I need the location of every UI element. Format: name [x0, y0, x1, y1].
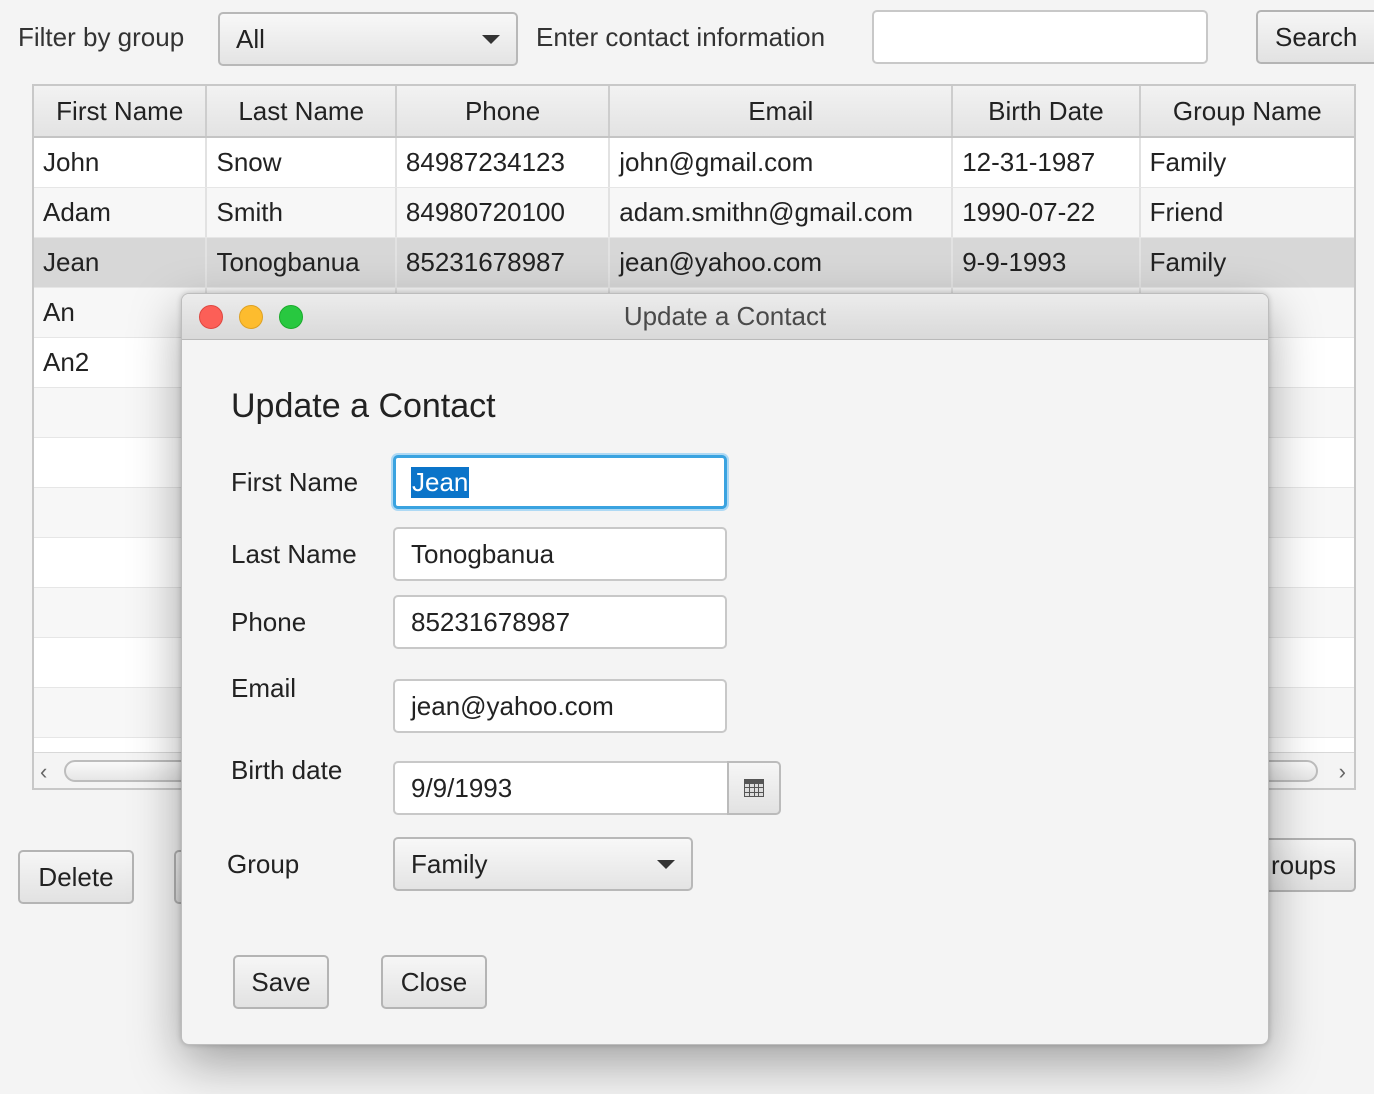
table-cell: 9-9-1993 — [953, 238, 1141, 287]
first-name-field[interactable]: Jean — [393, 455, 727, 509]
group-filter-select[interactable]: All — [218, 12, 518, 66]
table-cell: Tonogbanua — [207, 238, 397, 287]
contact-search-input[interactable] — [872, 10, 1208, 64]
table-cell: adam.smithn@gmail.com — [610, 188, 954, 237]
table-cell: 1990-07-22 — [953, 188, 1141, 237]
table-cell: Family — [1149, 247, 1227, 277]
phone-label: Phone — [231, 607, 307, 637]
table-cell: Jean — [34, 238, 208, 287]
scroll-right-icon[interactable]: › — [1339, 759, 1346, 785]
group-select-value: Family — [411, 848, 488, 879]
table-cell: 84987234123 — [397, 138, 611, 187]
filter-by-group-label: Filter by group — [18, 22, 185, 52]
table-cell: Snow — [207, 138, 397, 187]
calendar-icon — [744, 779, 764, 797]
table-cell: 84980720100 — [397, 188, 611, 237]
dialog-heading: Update a Contact — [231, 387, 496, 425]
table-header: First Name Last Name Phone Email Birth D… — [34, 86, 1354, 138]
save-button[interactable]: Save — [233, 955, 329, 1009]
update-contact-dialog: Update a Contact Update a Contact First … — [181, 293, 1269, 1045]
birth-date-field[interactable]: 9/9/1993 — [393, 761, 729, 815]
close-window-icon[interactable] — [199, 305, 223, 329]
last-name-value: Tonogbanua — [411, 538, 555, 569]
email-value: jean@yahoo.com — [411, 690, 614, 721]
search-button[interactable]: Search — [1256, 10, 1374, 64]
table-cell: John — [34, 138, 208, 187]
column-header-phone[interactable]: Phone — [397, 86, 611, 136]
table-cell: 85231678987 — [397, 238, 611, 287]
scroll-left-icon[interactable]: ‹ — [40, 759, 47, 785]
birth-date-label: Birth date — [231, 755, 343, 785]
group-filter-value: All — [236, 23, 265, 54]
dialog-window-title: Update a Contact — [623, 301, 827, 331]
birth-date-value: 9/9/1993 — [411, 772, 513, 803]
table-cell: john@gmail.com — [610, 138, 954, 187]
phone-field[interactable]: 85231678987 — [393, 595, 727, 649]
delete-button[interactable]: Delete — [18, 850, 134, 904]
date-picker-button[interactable] — [727, 761, 781, 815]
chevron-down-icon — [482, 35, 500, 44]
contact-info-label: Enter contact information — [536, 22, 826, 52]
group-label: Group — [227, 849, 300, 879]
table-cell: Friend — [1149, 197, 1224, 227]
table-cell: Smith — [207, 188, 397, 237]
groups-button-label: roups — [1270, 849, 1336, 880]
first-name-value: Jean — [411, 466, 470, 498]
column-header-group-name[interactable]: Group Name — [1141, 86, 1354, 136]
column-header-first-name[interactable]: First Name — [34, 86, 208, 136]
table-cell: 12-31-1987 — [953, 138, 1141, 187]
chevron-down-icon — [657, 860, 675, 869]
last-name-label: Last Name — [231, 539, 357, 569]
email-field[interactable]: jean@yahoo.com — [393, 679, 727, 733]
table-cell: jean@yahoo.com — [610, 238, 954, 287]
group-select[interactable]: Family — [393, 837, 693, 891]
table-row[interactable]: Adam Smith 84980720100 adam.smithn@gmail… — [34, 188, 1354, 238]
close-button[interactable]: Close — [381, 955, 487, 1009]
table-row-selected[interactable]: Jean Tonogbanua 85231678987 jean@yahoo.c… — [34, 238, 1354, 288]
zoom-window-icon[interactable] — [279, 305, 303, 329]
column-header-last-name[interactable]: Last Name — [207, 86, 397, 136]
table-cell: Family — [1149, 147, 1227, 177]
email-label: Email — [231, 673, 297, 703]
table-row[interactable]: John Snow 84987234123 john@gmail.com 12-… — [34, 138, 1354, 188]
column-header-email[interactable]: Email — [610, 86, 954, 136]
minimize-window-icon[interactable] — [239, 305, 263, 329]
dialog-titlebar[interactable]: Update a Contact — [182, 294, 1268, 340]
first-name-label: First Name — [231, 467, 359, 497]
table-cell: Adam — [34, 188, 208, 237]
phone-value: 85231678987 — [411, 606, 571, 637]
column-header-birth-date[interactable]: Birth Date — [953, 86, 1141, 136]
last-name-field[interactable]: Tonogbanua — [393, 527, 727, 581]
